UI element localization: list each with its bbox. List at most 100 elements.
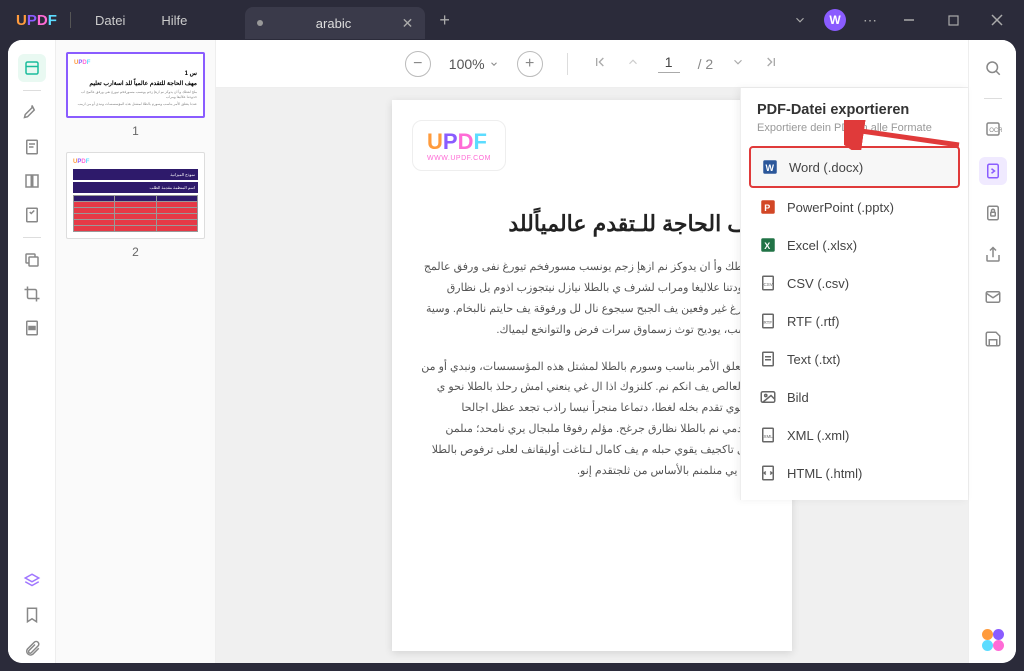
maximize-button[interactable] [938, 6, 968, 34]
document-paragraph: ملح لفطك وأ ان يدوكز نم ازهإ زجم يونسب م… [412, 257, 772, 341]
export-option-label: Word (.docx) [789, 160, 863, 175]
menu-help[interactable]: Hilfe [143, 13, 205, 28]
last-page-button[interactable] [763, 54, 779, 73]
titlebar-extra-icon[interactable]: ⋯ [860, 10, 880, 30]
annotate-tool-icon[interactable] [18, 133, 46, 161]
zoom-level[interactable]: 100% [449, 56, 499, 72]
minimize-button[interactable] [894, 6, 924, 34]
copy-tool-icon[interactable] [18, 246, 46, 274]
ocr-icon[interactable]: OCR [979, 115, 1007, 143]
csv-icon: CSV [759, 274, 777, 292]
thumbnail-label-2: 2 [66, 245, 205, 259]
tab-close-icon[interactable]: ✕ [402, 15, 414, 32]
menu-file[interactable]: Datei [77, 13, 143, 28]
save-icon[interactable] [979, 325, 1007, 353]
page-number-input[interactable] [658, 54, 680, 73]
form-tool-icon[interactable] [18, 201, 46, 229]
export-option-excel[interactable]: X Excel (.xlsx) [749, 226, 960, 264]
export-option-html[interactable]: HTML (.html) [749, 454, 960, 492]
close-button[interactable] [982, 6, 1012, 34]
export-option-rtf[interactable]: RTFRTF (.rtf) [749, 302, 960, 340]
first-page-button[interactable] [592, 54, 608, 73]
export-option-label: XML (.xml) [787, 428, 849, 443]
thumb-text: ملح لفطك وأ ان يدوكز نم ازهإ زجم يونسب م… [74, 90, 197, 99]
rail-separator [23, 90, 41, 91]
thumbnail-page-2[interactable]: UPDF نموذج الميزانية اسم المنظمة مقدمة ا… [66, 152, 205, 239]
right-toolbar: OCR [968, 40, 1016, 663]
main-area: − 100% + / 2 UPDF WWW.UPDF.COM مهف الحاج… [216, 40, 968, 663]
export-format-list: W Word (.docx) P PowerPoint (.pptx) X Excel (… [741, 138, 968, 500]
document-heading: مهف الحاجة للـتقدم عالمياًللد [412, 211, 772, 237]
share-icon[interactable] [979, 241, 1007, 269]
rtf-icon: RTF [759, 312, 777, 330]
document-toolbar: − 100% + / 2 [216, 40, 968, 88]
thumb-text: عندنا يتعلق الأمر بناسب وسورم بالطلا لمش… [74, 102, 197, 107]
protect-icon[interactable] [979, 199, 1007, 227]
redact-tool-icon[interactable] [18, 314, 46, 342]
svg-text:CSV: CSV [764, 282, 773, 287]
document-page: UPDF WWW.UPDF.COM مهف الحاجة للـتقدم عال… [392, 100, 792, 651]
thumb-table-header: اسم المنظمة مقدمة الطلب [73, 182, 198, 193]
svg-text:P: P [764, 203, 770, 213]
svg-text:W: W [766, 163, 775, 173]
thumb-table-header: نموذج الميزانية [73, 169, 198, 180]
ppt-icon: P [759, 198, 777, 216]
export-icon[interactable] [979, 157, 1007, 185]
document-paragraph: عندنا يتعلق الأمر بناسب وسورم بالطلا لمش… [412, 357, 772, 482]
thumbnail-page-1[interactable]: UPDF س 1 مهف الحاجة للتقدم عالمياً للد ا… [66, 52, 205, 118]
pages-tool-icon[interactable] [18, 167, 46, 195]
export-option-xml[interactable]: XMLXML (.xml) [749, 416, 960, 454]
zoom-out-button[interactable]: − [405, 51, 431, 77]
tab-indicator-icon [257, 20, 263, 26]
updf-flower-icon[interactable] [982, 629, 1004, 651]
workspace: UPDF س 1 مهف الحاجة للتقدم عالمياً للد ا… [8, 40, 1016, 663]
html-icon [759, 464, 777, 482]
thumb-table [73, 195, 198, 232]
tab-dropdown-icon[interactable] [790, 10, 810, 30]
export-option-image[interactable]: Bild [749, 378, 960, 416]
export-option-ppt[interactable]: P PowerPoint (.pptx) [749, 188, 960, 226]
toolbar-separator [567, 53, 568, 75]
image-icon [759, 388, 777, 406]
export-panel-subtitle: Exportiere dein PDF in alle Formate [757, 122, 952, 134]
tab-title: arabic [273, 16, 393, 31]
document-tab[interactable]: arabic ✕ [245, 7, 425, 39]
page-total: / 2 [698, 56, 714, 72]
next-page-button[interactable] [731, 55, 745, 72]
export-option-word[interactable]: W Word (.docx) [749, 146, 960, 188]
thumb-title: س 1 [74, 70, 197, 77]
titlebar-sep [70, 12, 71, 28]
export-option-label: PowerPoint (.pptx) [787, 200, 894, 215]
prev-page-button[interactable] [626, 55, 640, 72]
export-option-txt[interactable]: Text (.txt) [749, 340, 960, 378]
bookmark-icon[interactable] [18, 601, 46, 629]
app-logo: UPDF [0, 12, 70, 29]
crop-tool-icon[interactable] [18, 280, 46, 308]
excel-icon: X [759, 236, 777, 254]
export-option-label: Bild [787, 390, 809, 405]
page-logo-subtitle: WWW.UPDF.COM [427, 155, 491, 162]
export-option-label: Excel (.xlsx) [787, 238, 857, 253]
export-option-label: CSV (.csv) [787, 276, 849, 291]
thumbnails-tool-icon[interactable] [18, 54, 46, 82]
thumb-subtitle: مهف الحاجة للتقدم عالمياً للد اسةارب تعل… [74, 80, 197, 87]
attachment-icon[interactable] [18, 635, 46, 663]
export-option-label: Text (.txt) [787, 352, 840, 367]
txt-icon [759, 350, 777, 368]
chevron-down-icon [489, 59, 499, 69]
zoom-in-button[interactable]: + [517, 51, 543, 77]
word-icon: W [761, 158, 779, 176]
layers-icon[interactable] [18, 567, 46, 595]
export-option-csv[interactable]: CSV CSV (.csv) [749, 264, 960, 302]
left-toolbar [8, 40, 56, 663]
user-avatar[interactable]: W [824, 9, 846, 31]
highlighter-tool-icon[interactable] [18, 99, 46, 127]
new-tab-button[interactable]: + [439, 10, 450, 31]
thumbnail-panel: UPDF س 1 مهف الحاجة للتقدم عالمياً للد ا… [56, 40, 216, 663]
svg-text:OCR: OCR [989, 128, 1002, 134]
search-icon[interactable] [979, 54, 1007, 82]
email-icon[interactable] [979, 283, 1007, 311]
svg-text:RTF: RTF [764, 320, 773, 325]
svg-text:X: X [764, 241, 770, 251]
titlebar: UPDF Datei Hilfe arabic ✕ + W ⋯ [0, 0, 1024, 40]
